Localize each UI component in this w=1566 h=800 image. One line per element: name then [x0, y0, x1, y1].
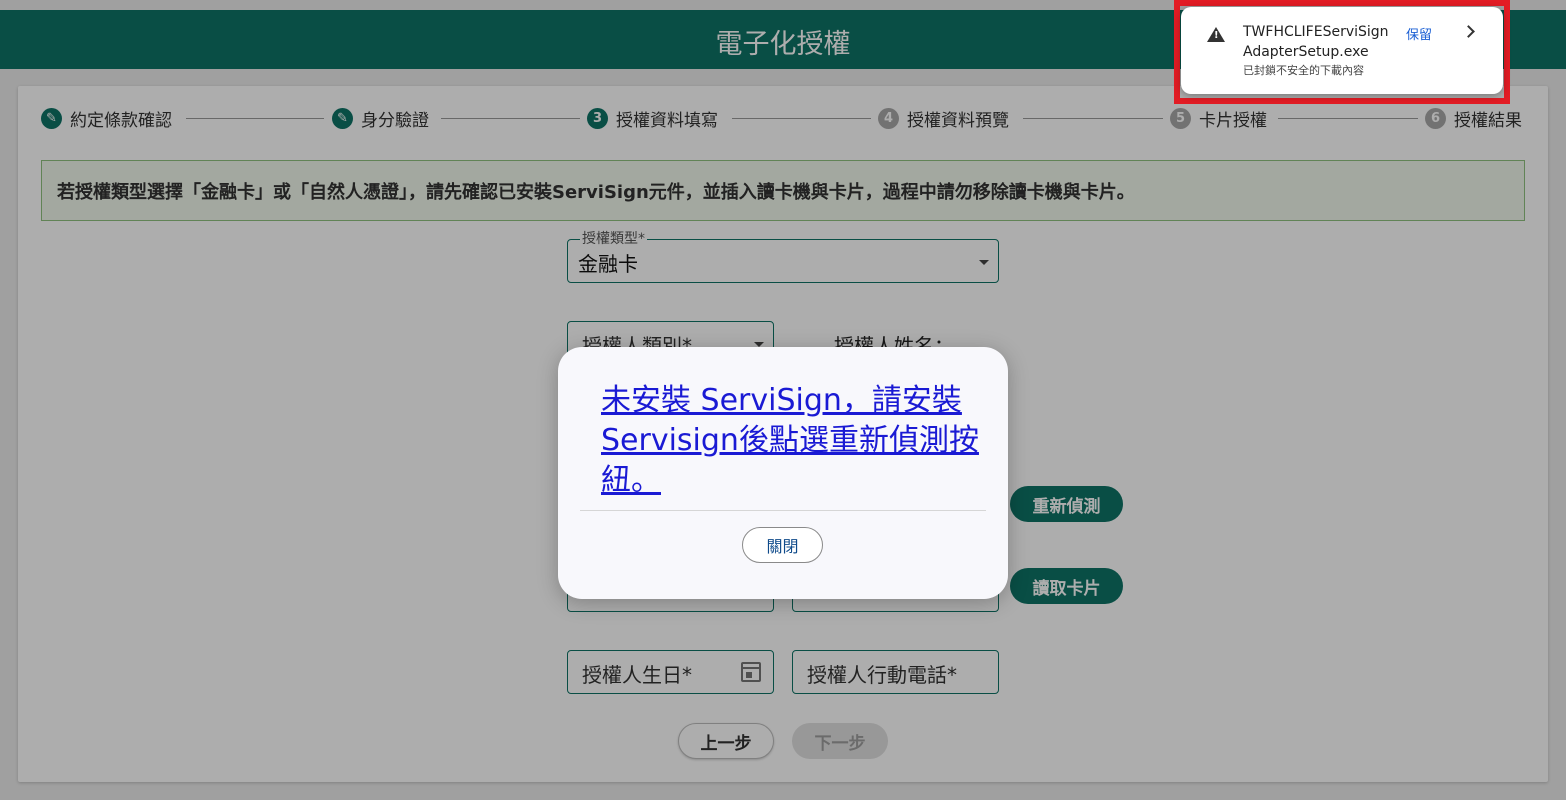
servisign-missing-dialog: 未安裝 ServiSign，請安裝Servisign後點選重新偵測按紐。 關閉	[558, 347, 1008, 599]
install-servisign-link[interactable]: 未安裝 ServiSign，請安裝Servisign後點選重新偵測按紐。	[601, 381, 981, 501]
close-button[interactable]: 關閉	[742, 527, 823, 563]
filename-line-1: TWFHCLIFEServiSign	[1243, 24, 1389, 40]
download-filename: TWFHCLIFEServiSign AdapterSetup.exe	[1243, 22, 1389, 62]
chevron-right-icon[interactable]	[1462, 25, 1475, 38]
download-warning-text: 已封鎖不安全的下載內容	[1243, 64, 1364, 77]
dialog-divider	[580, 510, 986, 511]
keep-button[interactable]: 保留	[1406, 24, 1432, 43]
warning-icon	[1207, 27, 1225, 42]
download-blocked-popup: TWFHCLIFEServiSign AdapterSetup.exe 已封鎖不…	[1181, 7, 1503, 94]
filename-line-2: AdapterSetup.exe	[1243, 44, 1369, 60]
